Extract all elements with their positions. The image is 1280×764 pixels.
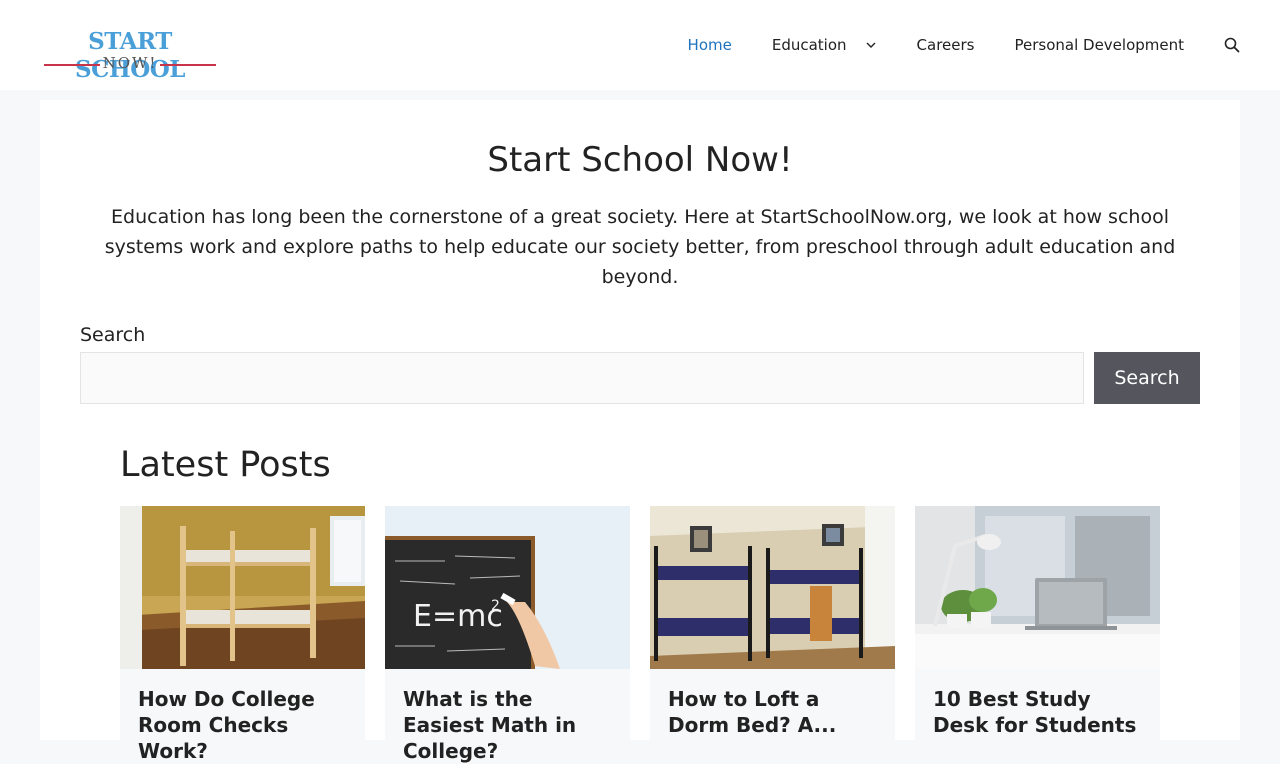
post-title[interactable]: What is the Easiest Math in College? xyxy=(403,686,618,764)
post-image[interactable] xyxy=(915,506,1160,669)
logo-sub-text: NOW! xyxy=(102,54,158,72)
page-title: Start School Now! xyxy=(487,140,793,180)
nav-education-label: Education xyxy=(771,36,847,54)
nav-personal-development-label: Personal Development xyxy=(1014,36,1184,54)
nav-careers-label: Careers xyxy=(916,36,975,54)
post-card[interactable]: E=mc 2 What is the Easiest Math in Colle… xyxy=(385,506,630,763)
post-image[interactable]: E=mc 2 xyxy=(385,506,630,669)
site-logo[interactable]: START SCHOOL NOW! xyxy=(40,28,220,83)
search-input[interactable] xyxy=(80,352,1084,404)
search-button[interactable]: Search xyxy=(1094,352,1200,404)
post-image[interactable] xyxy=(650,506,895,669)
chevron-down-icon xyxy=(866,42,876,48)
bunk-bed-photo xyxy=(120,506,365,669)
post-title[interactable]: How Do College Room Checks Work? xyxy=(138,686,353,764)
post-title[interactable]: 10 Best Study Desk for Students xyxy=(933,686,1148,738)
nav-education[interactable]: Education xyxy=(772,36,877,54)
nav-home-label: Home xyxy=(687,36,732,54)
dorm-room-photo xyxy=(650,506,895,669)
post-card[interactable]: How Do College Room Checks Work? xyxy=(120,506,365,763)
main-content: Start School Now! Education has long bee… xyxy=(40,100,1240,763)
post-card[interactable]: How to Loft a Dorm Bed? A... xyxy=(650,506,895,746)
intro-paragraph: Education has long been the cornerstone … xyxy=(104,206,1176,288)
search-label: Search xyxy=(80,324,146,346)
search-icon[interactable] xyxy=(1224,37,1240,53)
chalkboard-photo: E=mc 2 xyxy=(385,506,630,669)
nav-home[interactable]: Home xyxy=(688,36,732,54)
post-title[interactable]: How to Loft a Dorm Bed? A... xyxy=(668,686,883,738)
nav-careers[interactable]: Careers xyxy=(917,36,975,54)
post-image[interactable] xyxy=(120,506,365,669)
logo-divider-right xyxy=(160,64,216,66)
main-nav: Home Education Careers Personal Developm… xyxy=(648,0,1240,90)
post-card[interactable]: 10 Best Study Desk for Students xyxy=(915,506,1160,746)
study-desk-photo xyxy=(915,506,1160,669)
nav-personal-development[interactable]: Personal Development xyxy=(1014,36,1184,54)
svg-text:2: 2 xyxy=(491,598,500,614)
latest-posts-heading: Latest Posts xyxy=(120,445,331,485)
site-header: START SCHOOL NOW! Home Education Careers… xyxy=(0,0,1280,90)
svg-text:E=mc: E=mc xyxy=(413,599,503,634)
